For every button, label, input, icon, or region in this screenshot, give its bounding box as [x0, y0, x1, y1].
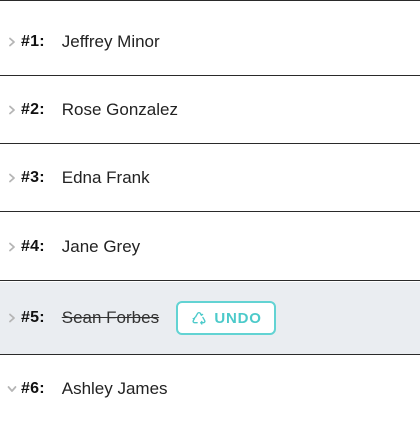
- item-name: Jeffrey Minor: [61, 31, 160, 51]
- item-number: #5:: [21, 309, 45, 326]
- list-item[interactable]: #3: Edna Frank: [0, 144, 420, 212]
- item-name: Edna Frank: [61, 167, 150, 187]
- item-number: #4:: [21, 237, 45, 255]
- list-item[interactable]: #6: Ashley James: [0, 355, 420, 423]
- item-number: #2:: [21, 100, 45, 118]
- chevron-right-icon[interactable]: [6, 172, 18, 184]
- chevron-right-icon[interactable]: [6, 36, 18, 48]
- item-name: Rose Gonzalez: [61, 99, 178, 119]
- people-list: #1: Jeffrey Minor #2: Rose Gonzalez #3: …: [0, 0, 420, 420]
- recycle-icon: [190, 309, 214, 327]
- undo-button[interactable]: UNDO: [176, 301, 277, 335]
- item-number: #1:: [21, 32, 45, 50]
- list-item[interactable]: #4: Jane Grey: [0, 213, 420, 281]
- item-number: #6:: [21, 380, 45, 397]
- item-name: Ashley James: [61, 379, 168, 398]
- undo-label: UNDO: [214, 309, 262, 327]
- item-number: #3:: [21, 168, 45, 186]
- chevron-down-icon[interactable]: [6, 383, 18, 395]
- item-name: Sean Forbes: [61, 308, 160, 327]
- list-item[interactable]: #2: Rose Gonzalez: [0, 76, 420, 144]
- chevron-right-icon[interactable]: [6, 104, 18, 116]
- list-item[interactable]: #1: Jeffrey Minor: [0, 8, 420, 76]
- list-item-deleted[interactable]: #5: Sean Forbes UNDO: [0, 282, 420, 355]
- chevron-right-icon[interactable]: [6, 312, 18, 324]
- item-name: Jane Grey: [61, 236, 141, 256]
- chevron-right-icon[interactable]: [6, 241, 18, 253]
